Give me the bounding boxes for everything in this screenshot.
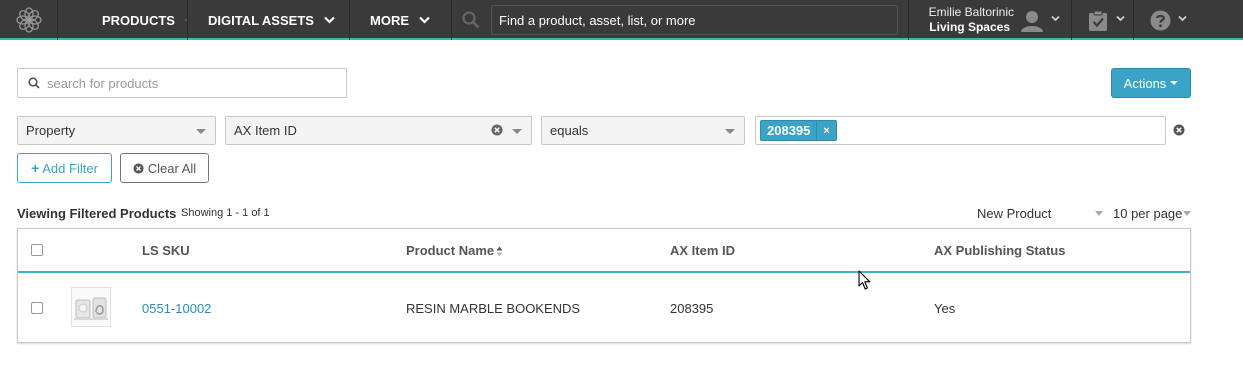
column-header-ax-publishing-status[interactable]: AX Publishing Status [934, 243, 1065, 258]
top-navigation: PRODUCTS DIGITAL ASSETS MORE Emilie Balt… [0, 0, 1243, 40]
clipboard-check-icon [1089, 10, 1107, 31]
global-search-button[interactable] [452, 0, 490, 40]
add-filter-label: Add Filter [42, 160, 98, 176]
filter-value-tag: 208395 × [760, 120, 837, 141]
row-checkbox[interactable] [31, 302, 43, 314]
product-name-cell: RESIN MARBLE BOOKENDS [406, 301, 581, 316]
chevron-down-icon [196, 129, 206, 134]
filter-operator-value: equals [550, 123, 589, 138]
user-menu[interactable]: Emilie Baltorinic Living Spaces [908, 0, 1072, 40]
nav-menu-digital-assets-label: DIGITAL ASSETS [208, 12, 314, 28]
actions-button-label: Actions [1123, 75, 1167, 91]
search-icon [462, 11, 480, 29]
product-search-input[interactable] [47, 70, 337, 96]
caret-down-icon [1170, 81, 1179, 85]
help-icon [1150, 10, 1171, 31]
nav-menu-products[interactable]: PRODUCTS [58, 0, 188, 40]
product-image [74, 297, 108, 320]
select-all-checkbox[interactable] [31, 244, 43, 256]
clear-circle-icon[interactable] [1173, 124, 1185, 136]
chevron-down-icon [1095, 211, 1103, 216]
chevron-down-icon [184, 19, 187, 21]
chevron-down-icon [419, 16, 430, 24]
nav-menu-products-label: PRODUCTS [102, 12, 175, 28]
nav-menu-digital-assets[interactable]: DIGITAL ASSETS [188, 0, 350, 40]
add-filter-button[interactable]: + Add Filter [17, 153, 112, 183]
product-search-box [17, 68, 347, 98]
chevron-down-icon [512, 129, 522, 134]
sort-select-value: New Product [977, 206, 1052, 221]
results-title: Viewing Filtered Products [17, 206, 177, 221]
plus-icon: + [31, 160, 40, 176]
user-name: Emilie Baltorinic [928, 5, 1014, 19]
chevron-down-icon [725, 129, 735, 134]
filter-property-value: Property [26, 123, 76, 138]
actions-button[interactable]: Actions [1111, 68, 1191, 98]
chevron-down-icon [324, 16, 335, 24]
filter-value-input[interactable]: 208395 × [755, 116, 1166, 145]
filter-operator-select[interactable]: equals [541, 116, 745, 145]
tag-remove-button[interactable]: × [816, 121, 835, 140]
help-menu[interactable] [1134, 0, 1194, 40]
column-header-product-name[interactable]: Product Name [406, 243, 503, 258]
column-header-ax-item-id[interactable]: AX Item ID [670, 243, 735, 258]
column-header-ls-sku[interactable]: LS SKU [142, 243, 190, 258]
ax-publishing-status-cell: Yes [934, 301, 956, 316]
per-page-select[interactable]: 10 per page [1113, 206, 1191, 221]
clear-circle-icon [133, 162, 144, 174]
user-icon [1021, 11, 1043, 32]
global-search-input[interactable] [491, 5, 898, 35]
chevron-down-icon [1116, 15, 1125, 22]
nav-menu-more-label: MORE [370, 12, 409, 28]
product-thumbnail[interactable] [71, 287, 111, 327]
app-logo[interactable] [0, 0, 58, 40]
chevron-down-icon [1183, 211, 1191, 216]
search-icon [28, 77, 40, 89]
nav-menu-more[interactable]: MORE [350, 0, 452, 40]
chevron-down-icon [1051, 15, 1060, 22]
ax-item-id-cell: 208395 [670, 301, 714, 316]
products-table: LS SKU Product Name AX Item ID AX Publis… [17, 228, 1191, 343]
logo-icon [15, 7, 42, 33]
table-header: LS SKU Product Name AX Item ID AX Publis… [18, 229, 1190, 273]
sku-link[interactable]: 0551-10002 [142, 301, 211, 316]
user-organization: Living Spaces [929, 20, 1010, 34]
sort-icon [496, 246, 503, 257]
filter-property-select[interactable]: Property [17, 116, 216, 145]
filter-value-tag-label: 208395 [767, 123, 811, 138]
per-page-value: 10 per page [1113, 206, 1183, 221]
filter-field-value: AX Item ID [234, 123, 297, 138]
chevron-down-icon [1178, 15, 1187, 22]
clear-circle-icon[interactable] [491, 124, 503, 136]
clear-all-button[interactable]: Clear All [120, 153, 209, 183]
tasks-menu[interactable] [1072, 0, 1134, 40]
cursor-icon [858, 270, 871, 290]
clear-all-label: Clear All [147, 160, 197, 176]
results-count: Showing 1 - 1 of 1 [181, 207, 270, 219]
filter-field-select[interactable]: AX Item ID [225, 116, 532, 145]
column-header-product-name-label: Product Name [406, 243, 495, 258]
sort-select[interactable]: New Product [977, 206, 1105, 221]
table-row[interactable]: 0551-10002 RESIN MARBLE BOOKENDS 208395 … [18, 275, 1190, 343]
